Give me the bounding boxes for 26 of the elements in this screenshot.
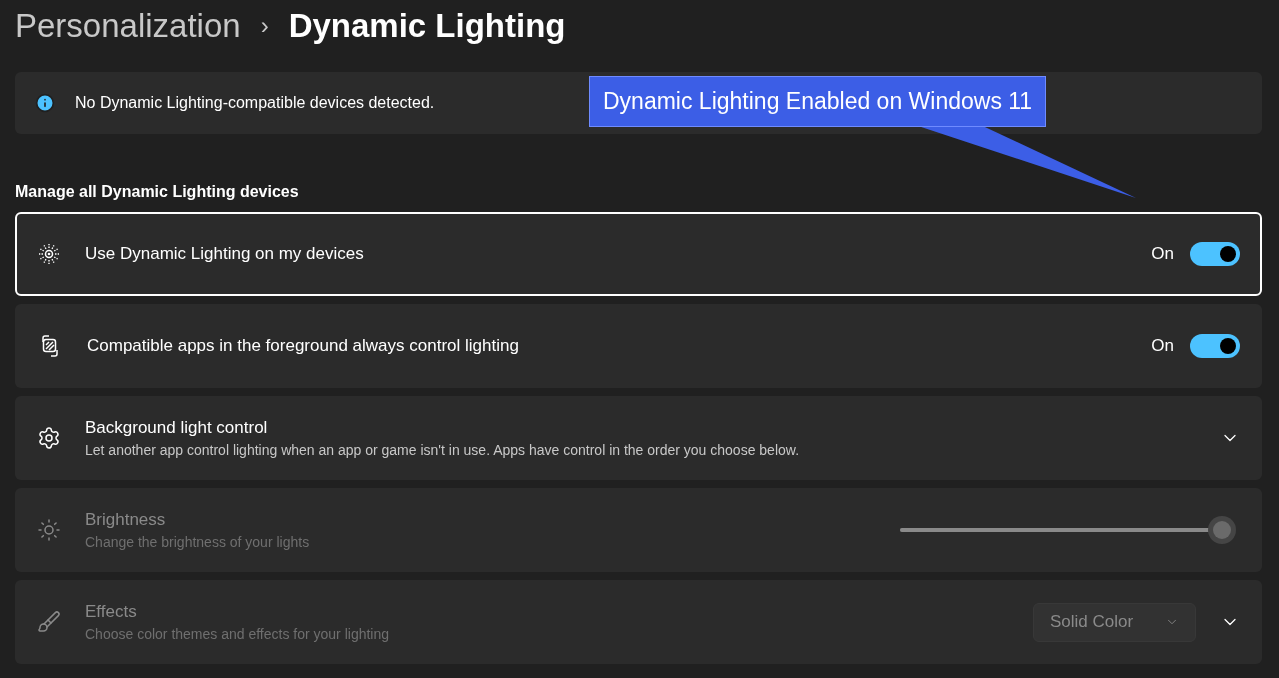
settings-row[interactable]: Compatible apps in the foreground always control lighting On bbox=[15, 304, 1262, 388]
row-title: Effects bbox=[85, 600, 138, 623]
toggle-state-label: On bbox=[1151, 335, 1174, 358]
breadcrumb-separator: › bbox=[260, 11, 269, 41]
breadcrumb-parent[interactable]: Personalization bbox=[15, 1, 241, 51]
lighting-icon bbox=[37, 242, 61, 266]
row-description: Let another app control lighting when an app or game isn't in use. Apps have control in the order you choose below. bbox=[85, 441, 801, 461]
info-text: No Dynamic Lighting-compatible devices detected. bbox=[75, 93, 435, 113]
info-icon bbox=[35, 93, 55, 113]
sun-icon bbox=[37, 518, 61, 542]
settings-row[interactable]: Background light control Let another app control lighting when an app or game isn't in use. Apps have control in the order you choose below. bbox=[15, 396, 1262, 480]
settings-row[interactable]: Use Dynamic Lighting on my devices On bbox=[15, 212, 1262, 296]
row-title: Use Dynamic Lighting on my devices bbox=[85, 243, 365, 266]
toggle-state-label: On bbox=[1151, 243, 1174, 266]
row-title: Background light control bbox=[85, 416, 269, 439]
toggle-switch[interactable] bbox=[1190, 334, 1240, 358]
section-heading: Manage all Dynamic Lighting devices bbox=[15, 182, 300, 202]
settings-icon bbox=[37, 426, 61, 450]
row-title: Brightness bbox=[85, 508, 167, 531]
row-description: Choose color themes and effects for your lighting bbox=[85, 625, 391, 645]
row-title: Compatible apps in the foreground always control lighting bbox=[87, 335, 520, 358]
page-title: Dynamic Lighting bbox=[288, 6, 566, 47]
row-description: Change the brightness of your lights bbox=[85, 533, 311, 553]
brush-icon bbox=[37, 610, 61, 634]
callout-label: Dynamic Lighting Enabled on Windows 11 bbox=[589, 76, 1047, 127]
toggle-switch[interactable] bbox=[1190, 242, 1240, 266]
